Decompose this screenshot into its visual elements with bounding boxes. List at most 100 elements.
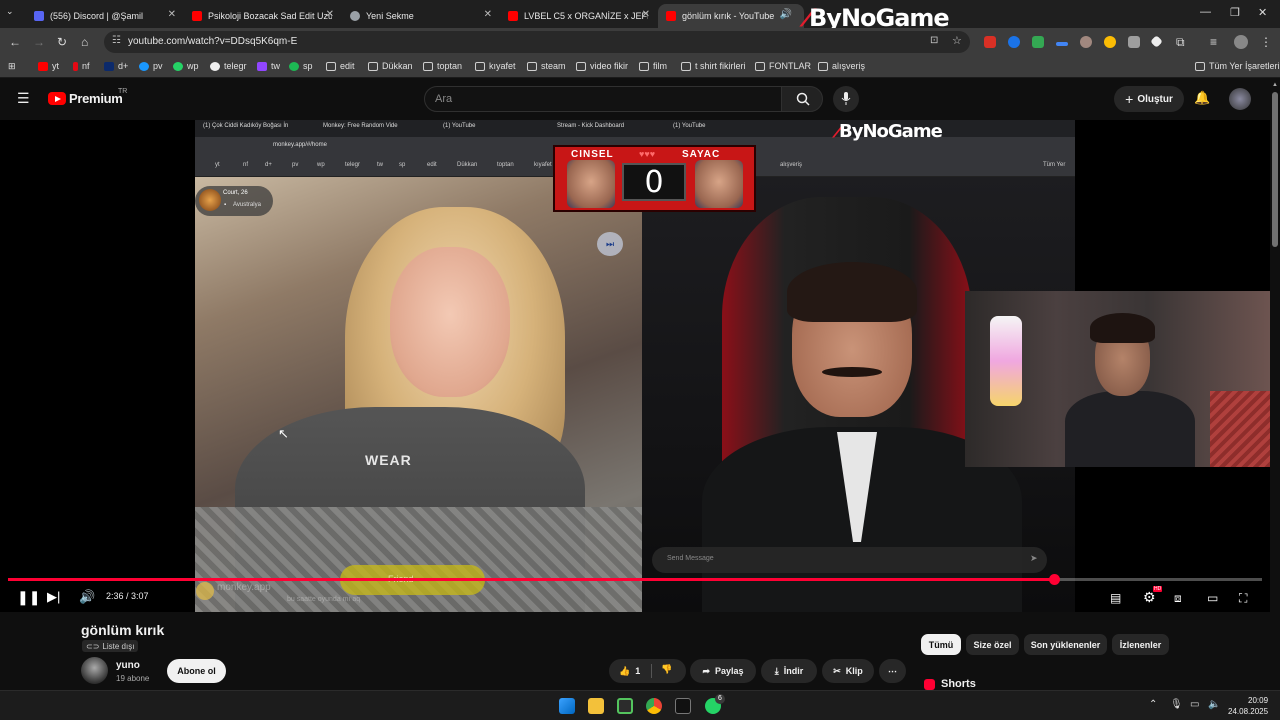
youtube-logo-icon[interactable] (48, 92, 66, 105)
bookmark-edit[interactable]: edit (326, 61, 355, 71)
url-text[interactable]: youtube.com/watch?v=DDsq5K6qm-E (128, 36, 297, 47)
search-button[interactable] (781, 86, 823, 112)
site-info-icon[interactable]: ☷ (112, 35, 121, 46)
adblock-extension-icon[interactable] (984, 36, 996, 48)
create-button[interactable]: + Oluştur (1114, 86, 1184, 112)
all-bookmarks[interactable]: Tüm Yer İşaretleri (1195, 61, 1280, 71)
download-button[interactable]: ⤓ İndir (761, 659, 817, 683)
bookmark-fontlar[interactable]: FONTLAR (755, 61, 811, 71)
bookmark-video-fikir[interactable]: video fikir (576, 61, 628, 71)
next-video-button[interactable]: ▶| (47, 589, 60, 605)
pause-button[interactable]: ❚❚ (17, 589, 40, 606)
reload-icon[interactable]: ↻ (57, 35, 67, 49)
bookmark-yt[interactable]: yt (38, 61, 59, 71)
extension-icon[interactable] (1008, 36, 1020, 48)
youtube-premium-logo[interactable]: Premium (69, 91, 123, 106)
account-avatar[interactable] (1229, 88, 1251, 110)
chip-watched[interactable]: İzlenenler (1112, 634, 1169, 655)
install-app-icon[interactable]: ⊡ (930, 35, 938, 46)
minimize-icon[interactable]: — (1200, 6, 1211, 18)
miniplayer-button[interactable]: ⧈ (1174, 591, 1182, 606)
share-button[interactable]: ➦ Paylaş (690, 659, 756, 683)
progress-scrubber-handle[interactable] (1048, 574, 1060, 585)
bookmark-tw[interactable]: tw (257, 61, 280, 71)
extension-icon[interactable] (1080, 36, 1092, 48)
display-tray-icon[interactable]: ▭ (1190, 699, 1199, 710)
volume-tray-icon[interactable]: 🔈 (1208, 699, 1220, 710)
tray-chevron-icon[interactable]: ⌃ (1149, 699, 1157, 710)
menu-icon[interactable]: ⋮ (1260, 35, 1272, 49)
close-icon[interactable]: ✕ (168, 9, 176, 20)
theater-mode-button[interactable]: ▭ (1207, 591, 1218, 605)
scrollbar-thumb[interactable] (1272, 92, 1278, 247)
chrome-icon[interactable] (646, 698, 662, 714)
bookmark-star-icon[interactable]: ☆ (952, 34, 962, 47)
hamburger-menu-icon[interactable]: ☰ (17, 90, 30, 107)
chip-recently-uploaded[interactable]: Son yüklenenler (1024, 634, 1107, 655)
window-close-icon[interactable]: ✕ (1258, 6, 1267, 19)
bookmark-nf[interactable]: nf (73, 61, 90, 71)
bookmark-wp[interactable]: wp (173, 61, 199, 71)
speaker-icon[interactable]: 🔊 (780, 9, 792, 20)
chip-for-you[interactable]: Size özel (966, 634, 1019, 655)
more-actions-button[interactable]: ⋯ (879, 659, 906, 683)
system-clock[interactable]: 20:09 24.08.2025 (1228, 695, 1268, 717)
channel-name[interactable]: yuno (116, 660, 140, 671)
channel-avatar[interactable] (81, 657, 108, 684)
close-icon[interactable]: ✕ (326, 9, 334, 20)
bookmark-steam[interactable]: steam (527, 61, 566, 71)
scroll-up-icon[interactable]: ▲ (1272, 82, 1278, 88)
video-progress-bar[interactable] (8, 574, 1262, 585)
bookmark-alisveris[interactable]: alışveriş (818, 61, 865, 71)
like-count[interactable]: 1 (635, 666, 640, 676)
close-icon[interactable]: ✕ (642, 9, 650, 20)
bookmark-telegr[interactable]: telegr (210, 61, 247, 71)
bookmark-dplus[interactable]: d+ (104, 61, 128, 71)
bookmark-tshirt[interactable]: t shirt fikirleri (681, 61, 746, 71)
bookmark-kiyafet[interactable]: kıyafet (475, 61, 516, 71)
home-icon[interactable]: ⌂ (81, 35, 88, 49)
subscribe-button[interactable]: Abone ol (167, 659, 226, 683)
tab-new-tab[interactable]: Yeni Sekme ✕ (342, 4, 498, 28)
thumbs-up-icon[interactable]: 👍 (619, 666, 630, 677)
address-bar[interactable]: ☷ youtube.com/watch?v=DDsq5K6qm-E ⊡ ☆ (104, 31, 970, 53)
app-icon[interactable] (617, 698, 633, 714)
media-icon[interactable]: ≡ (1210, 35, 1217, 49)
volume-icon[interactable]: 🔊 (79, 589, 95, 605)
notifications-bell-icon[interactable]: 🔔 (1194, 90, 1210, 106)
shield-icon[interactable] (1128, 36, 1140, 48)
bookmark-toptan[interactable]: toptan (423, 61, 462, 71)
tab-active-youtube[interactable]: gönlüm kırık - YouTube 🔊 (658, 4, 804, 28)
voice-search-button[interactable] (833, 86, 859, 112)
close-icon[interactable]: ✕ (484, 9, 492, 20)
apps-icon[interactable]: ⊞ (8, 61, 16, 72)
bookmark-film[interactable]: film (639, 61, 667, 71)
fullscreen-button[interactable]: ⛶ (1239, 591, 1247, 606)
search-input[interactable]: Ara (424, 86, 782, 112)
extension-icon[interactable] (1104, 36, 1116, 48)
back-icon[interactable]: ← (9, 35, 21, 49)
chip-all[interactable]: Tümü (921, 634, 961, 655)
windows-start-icon[interactable] (559, 698, 575, 714)
forward-icon[interactable]: → (33, 35, 45, 49)
capcut-icon[interactable] (675, 698, 691, 714)
thumbs-down-icon[interactable]: 👎 (661, 664, 672, 675)
tab-search-icon[interactable]: ⌄ (6, 6, 14, 17)
subtitles-button[interactable]: ▤ (1110, 591, 1121, 605)
profile-avatar[interactable] (1234, 35, 1248, 49)
file-explorer-icon[interactable] (588, 698, 604, 714)
clip-button[interactable]: ✂ Klip (822, 659, 874, 683)
puzzle-icon[interactable]: ⧉ (1176, 35, 1185, 50)
page-scrollbar[interactable]: ▲ (1270, 78, 1280, 690)
extension-icon[interactable] (1150, 35, 1163, 48)
restore-icon[interactable]: ❐ (1230, 6, 1240, 19)
extension-icon[interactable] (1032, 36, 1044, 48)
bookmark-sp[interactable]: sp (289, 61, 313, 71)
tab-discord[interactable]: (556) Discord | @Şamil ✕ (26, 4, 182, 28)
bookmark-dukkan[interactable]: Dükkan (368, 61, 413, 71)
tab-lvbel[interactable]: LVBEL C5 x ORGANİZE x JEFF Ri ✕ (500, 4, 656, 28)
tab-psikoloji[interactable]: Psikoloji Bozacak Sad Edit Uzun ✕ (184, 4, 340, 28)
microphone-tray-icon[interactable]: 🎙 (1170, 699, 1183, 710)
bookmark-pv[interactable]: pv (139, 61, 163, 71)
extension-icon[interactable] (1056, 42, 1068, 46)
